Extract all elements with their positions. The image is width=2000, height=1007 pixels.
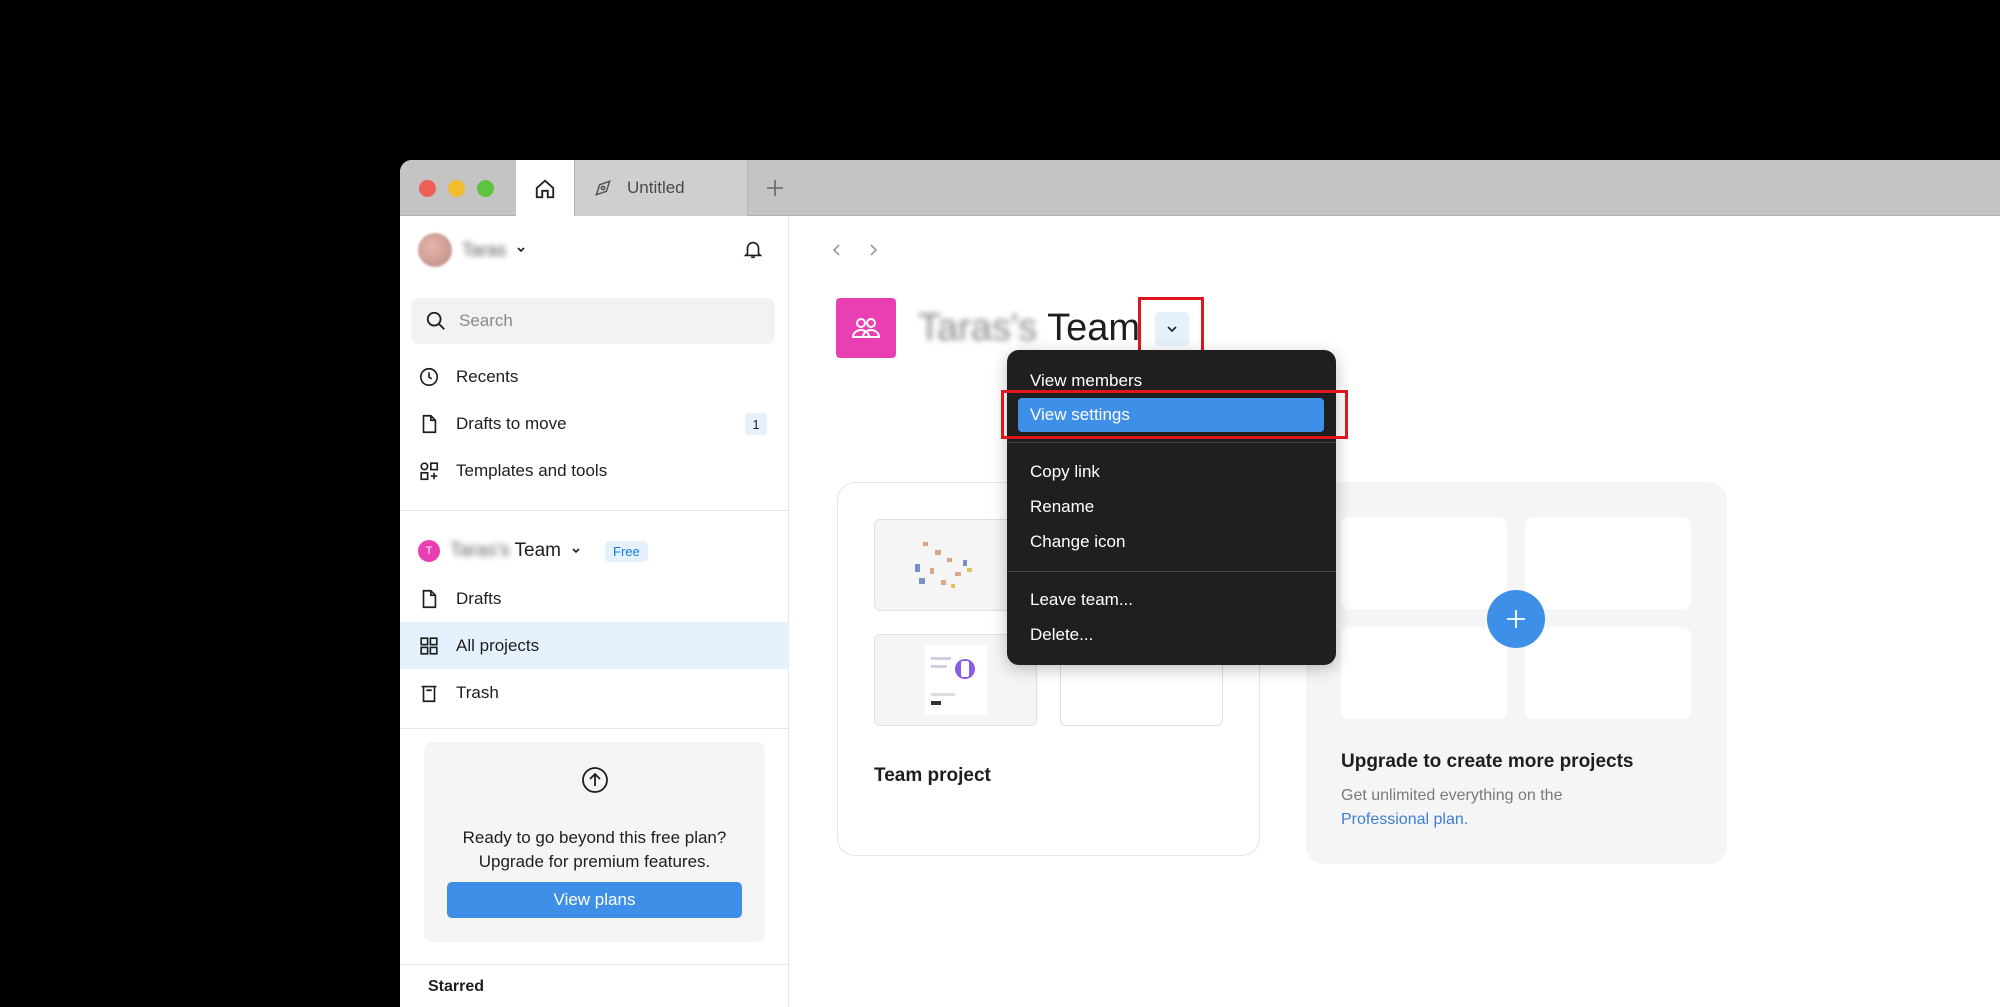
shapes-icon	[418, 460, 440, 482]
menu-item-change-icon[interactable]: Change icon	[1018, 525, 1324, 559]
bell-icon	[743, 241, 763, 259]
people-icon	[851, 318, 881, 338]
file-icon	[418, 413, 440, 435]
close-window-button[interactable]	[419, 180, 436, 197]
professional-plan-link[interactable]: Professional plan.	[1341, 808, 1681, 832]
sidebar-divider	[400, 964, 789, 965]
count-badge: 1	[745, 413, 767, 435]
upgrade-card-subtitle: Get unlimited everything on the	[1341, 787, 1563, 804]
history-nav	[829, 242, 881, 258]
upgrade-line-2: Upgrade for premium features.	[478, 852, 711, 871]
placeholder-tile	[1341, 517, 1507, 609]
highlight-box-view-settings	[1001, 390, 1348, 439]
search-input[interactable]	[459, 311, 759, 331]
main-content: Taras's Team Team project Upgrade to cre…	[789, 216, 2000, 1007]
grid-icon	[418, 635, 440, 657]
team-avatar: T	[418, 540, 440, 562]
team-header: Taras's Team	[836, 298, 1140, 358]
maximize-window-button[interactable]	[477, 180, 494, 197]
plus-icon	[1507, 610, 1525, 628]
sidebar-item-all-projects[interactable]: All projects	[400, 622, 789, 669]
team-name-prefix: Taras's	[450, 540, 510, 561]
menu-item-leave-team[interactable]: Leave team...	[1018, 583, 1324, 617]
sidebar-item-label: Templates and tools	[456, 460, 608, 480]
upgrade-panel: Ready to go beyond this free plan? Upgra…	[424, 742, 765, 942]
new-tab-button[interactable]	[760, 173, 790, 203]
upgrade-card-text: Get unlimited everything on the Professi…	[1341, 784, 1681, 832]
sidebar: Taras Recents Drafts to move 1 Templates…	[400, 216, 789, 1007]
forward-arrow-icon[interactable]	[865, 242, 881, 258]
notifications-button[interactable]	[742, 238, 764, 265]
plan-badge: Free	[605, 540, 648, 562]
project-name: Team project	[874, 765, 991, 786]
view-plans-button[interactable]: View plans	[447, 882, 742, 918]
sidebar-item-templates[interactable]: Templates and tools	[400, 447, 789, 494]
upgrade-card-title: Upgrade to create more projects	[1341, 751, 1634, 772]
sidebar-item-drafts[interactable]: Drafts	[400, 575, 789, 622]
sidebar-item-drafts-to-move[interactable]: Drafts to move 1	[400, 400, 789, 447]
user-name: Taras	[462, 239, 507, 260]
chevron-down-icon	[517, 247, 525, 253]
sidebar-divider	[400, 728, 789, 729]
sidebar-item-trash[interactable]: Trash	[400, 669, 789, 716]
menu-item-rename[interactable]: Rename	[1018, 490, 1324, 524]
minimize-window-button[interactable]	[448, 180, 465, 197]
title-bar: Untitled	[400, 160, 2000, 217]
menu-item-copy-link[interactable]: Copy link	[1018, 455, 1324, 489]
sidebar-divider	[400, 510, 789, 511]
sidebar-item-label: Drafts	[456, 588, 502, 608]
search-box[interactable]	[411, 298, 775, 344]
placeholder-tile	[1525, 517, 1691, 609]
sidebar-item-label: Drafts to move	[456, 413, 567, 433]
upgrade-message: Ready to go beyond this free plan? Upgra…	[424, 826, 765, 874]
page-title: Taras's Team	[918, 307, 1140, 350]
upgrade-line-1: Ready to go beyond this free plan?	[462, 828, 727, 847]
team-name: Team	[514, 540, 561, 561]
sidebar-item-label: Recents	[456, 366, 519, 386]
trash-icon	[418, 682, 440, 704]
placeholder-tile	[1341, 627, 1507, 719]
sidebar-item-recents[interactable]: Recents	[400, 353, 789, 400]
sidebar-item-label: All projects	[456, 635, 540, 655]
back-arrow-icon[interactable]	[829, 242, 845, 258]
upgrade-card: Upgrade to create more projects Get unli…	[1306, 482, 1727, 864]
chevron-down-icon	[572, 548, 580, 554]
team-icon	[836, 298, 896, 358]
menu-divider	[1007, 571, 1336, 572]
plus-icon	[767, 180, 783, 196]
page-title-prefix: Taras's	[918, 306, 1038, 349]
search-icon	[426, 311, 445, 330]
menu-divider	[1007, 442, 1336, 443]
tab-home[interactable]	[516, 160, 574, 217]
home-icon	[535, 179, 555, 198]
avatar	[418, 233, 452, 267]
account-switcher[interactable]: Taras	[418, 232, 526, 268]
tab-untitled-label: Untitled	[627, 178, 685, 197]
menu-item-delete[interactable]: Delete...	[1018, 618, 1324, 652]
clock-icon	[418, 366, 440, 388]
create-project-button[interactable]	[1487, 590, 1545, 648]
team-switcher[interactable]: T Taras's Team Free	[418, 534, 648, 568]
starred-heading: Starred	[428, 978, 485, 995]
placeholder-tile	[1525, 627, 1691, 719]
page-title-text: Team	[1047, 306, 1140, 349]
tab-untitled[interactable]: Untitled	[574, 160, 748, 216]
pen-icon	[595, 180, 611, 196]
file-icon	[418, 588, 440, 610]
sidebar-item-label: Trash	[456, 682, 499, 702]
arrow-up-circle-icon	[582, 767, 608, 793]
